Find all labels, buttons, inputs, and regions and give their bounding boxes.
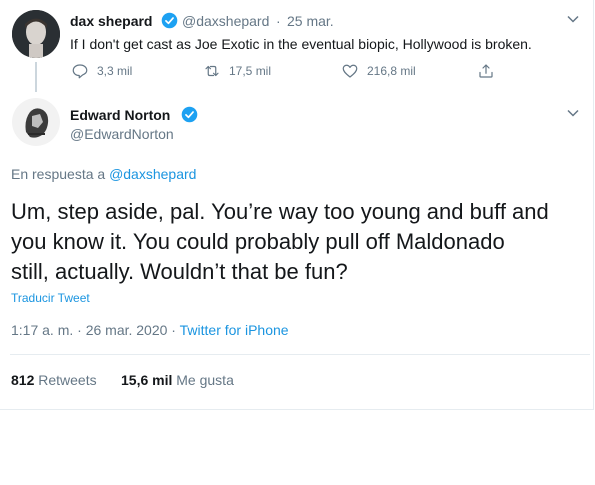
heart-icon <box>342 64 358 78</box>
share-action[interactable] <box>477 62 495 80</box>
avatar-dax-shepard[interactable] <box>12 10 60 58</box>
reply-prefix: En respuesta a <box>11 166 106 182</box>
reply-count: 3,3 mil <box>97 64 133 78</box>
retweet-action[interactable]: 17,5 mil <box>203 62 271 80</box>
retweets-label: Retweets <box>38 372 97 388</box>
reply-context: En respuesta a @daxshepard <box>11 166 196 182</box>
retweet-count: 17,5 mil <box>229 64 272 78</box>
chevron-down-icon[interactable] <box>566 12 580 26</box>
reply-icon <box>72 64 88 79</box>
likes-stat[interactable]: 15,6 mil Me gusta <box>121 372 234 388</box>
chevron-down-icon[interactable] <box>566 106 580 120</box>
like-count: 216,8 mil <box>367 64 416 78</box>
reply-action[interactable]: 3,3 mil <box>71 62 132 80</box>
likes-label: Me gusta <box>176 372 234 388</box>
tweet-timestamp[interactable]: 1:17 a. m. · 26 mar. 2020 · <box>11 322 176 338</box>
verified-badge-icon <box>161 12 178 29</box>
separator-dot: · <box>276 13 281 29</box>
reply-to-link[interactable]: @daxshepard <box>109 166 196 182</box>
author-name[interactable]: Edward Norton <box>70 107 170 123</box>
tweet-timestamp-row: 1:17 a. m. · 26 mar. 2020 · Twitter for … <box>11 322 289 338</box>
author-handle[interactable]: @daxshepard <box>182 13 269 29</box>
tweet-text-line: Um, step aside, pal. You’re way too youn… <box>11 199 549 224</box>
avatar-edward-norton[interactable] <box>12 98 60 146</box>
tweet-date[interactable]: 25 mar. <box>287 13 334 29</box>
like-action[interactable]: 216,8 mil <box>341 62 416 80</box>
tweet-source-link[interactable]: Twitter for iPhone <box>180 322 289 338</box>
quoted-tweet-text: If I don't get cast as Joe Exotic in the… <box>70 36 532 52</box>
verified-badge-icon <box>181 106 198 123</box>
retweets-count: 812 <box>11 372 35 388</box>
thread-connector <box>35 62 37 92</box>
retweet-icon <box>205 65 219 77</box>
divider <box>10 354 590 355</box>
tweet-text-line: still, actually. Wouldn’t that be fun? <box>11 259 348 284</box>
tweet-text-line: you know it. You could probably pull off… <box>11 229 505 254</box>
translate-tweet-link[interactable]: Traducir Tweet <box>11 291 90 305</box>
share-icon <box>479 64 493 78</box>
retweets-stat[interactable]: 812 Retweets <box>11 372 97 388</box>
author-name[interactable]: dax shepard <box>70 13 152 29</box>
likes-count: 15,6 mil <box>121 372 173 388</box>
author-handle[interactable]: @EdwardNorton <box>70 126 174 142</box>
